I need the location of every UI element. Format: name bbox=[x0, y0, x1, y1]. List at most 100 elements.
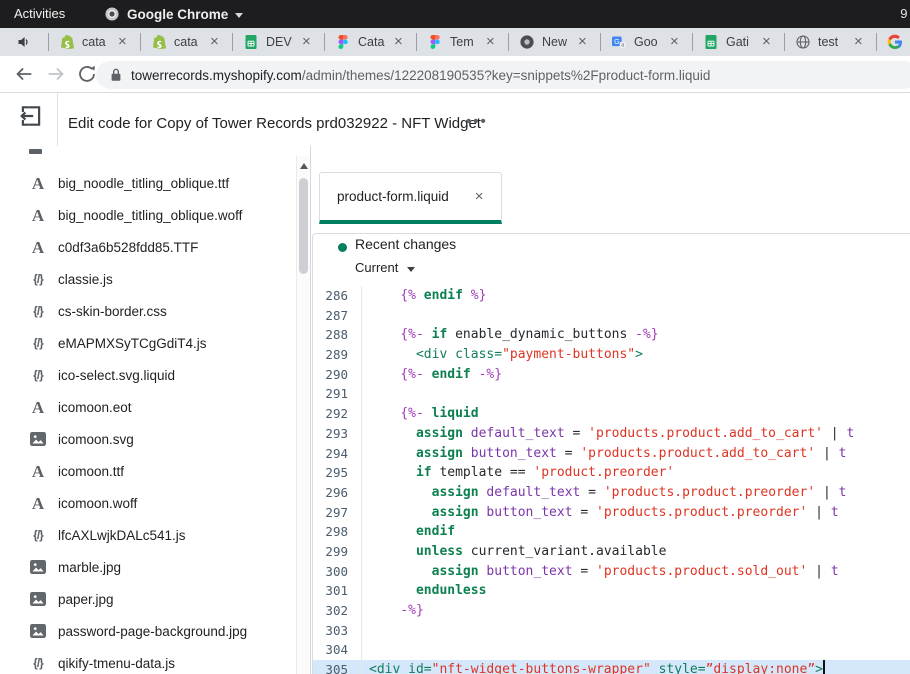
tab-close-icon[interactable]: × bbox=[578, 34, 587, 50]
line-number: 291 bbox=[313, 384, 362, 404]
tab-title: cata bbox=[82, 35, 116, 49]
globe-icon bbox=[795, 34, 811, 50]
lock-icon[interactable] bbox=[110, 67, 122, 83]
tab-close-icon[interactable]: × bbox=[486, 34, 495, 50]
reload-button[interactable] bbox=[76, 63, 98, 85]
figma-icon bbox=[427, 34, 443, 50]
scrollbar-thumb[interactable] bbox=[299, 178, 308, 274]
browser-tab[interactable]: cata× bbox=[48, 28, 140, 56]
browser-tab[interactable]: Tem× bbox=[416, 28, 508, 56]
editor-file-tab[interactable]: product-form.liquid × bbox=[319, 172, 502, 224]
svg-text:a: a bbox=[621, 43, 624, 49]
browser-tab[interactable]: cata× bbox=[140, 28, 232, 56]
code-file-icon: {/} bbox=[27, 272, 49, 286]
code-line[interactable]: 297 assign button_text = 'products.produ… bbox=[313, 503, 910, 523]
image-file-icon bbox=[27, 622, 49, 640]
file-item[interactable]: Abig_noodle_titling_oblique.woff bbox=[0, 199, 288, 231]
code-line[interactable]: 299 unless current_variant.available bbox=[313, 542, 910, 562]
chevron-down-icon bbox=[407, 267, 415, 272]
line-number: 295 bbox=[313, 463, 362, 483]
browser-tab[interactable]: test× bbox=[784, 28, 876, 56]
code-line[interactable]: 288 {%- if enable_dynamic_buttons -%} bbox=[313, 325, 910, 345]
code-line[interactable]: 301 endunless bbox=[313, 581, 910, 601]
code-line[interactable]: 293 assign default_text = 'products.prod… bbox=[313, 424, 910, 444]
code-line[interactable]: 302 -%} bbox=[313, 601, 910, 621]
file-name: big_noodle_titling_oblique.ttf bbox=[58, 176, 229, 191]
code-line[interactable]: 294 assign button_text = 'products.produ… bbox=[313, 444, 910, 464]
file-item[interactable]: Aicomoon.eot bbox=[0, 391, 288, 423]
address-bar[interactable]: towerrecords.myshopify.com/admin/themes/… bbox=[96, 61, 910, 89]
audio-indicator[interactable] bbox=[0, 34, 48, 50]
tab-close-icon[interactable]: × bbox=[394, 34, 403, 50]
file-item[interactable]: marble.jpg bbox=[0, 551, 288, 583]
browser-tab[interactable]: GaGoo× bbox=[600, 28, 692, 56]
code-line[interactable]: 296 assign default_text = 'products.prod… bbox=[313, 483, 910, 503]
url-path: /admin/themes/122208190535?key=snippets%… bbox=[302, 68, 711, 83]
code-lines[interactable]: 286 {% endif %}287288 {%- if enable_dyna… bbox=[313, 286, 910, 674]
recent-changes-panel: Recent changes Current bbox=[313, 234, 910, 286]
google-icon bbox=[887, 34, 903, 50]
file-item[interactable]: {/}qikify-tmenu-data.js bbox=[0, 647, 288, 674]
file-name: cs-skin-border.css bbox=[58, 304, 167, 319]
version-dropdown[interactable]: Current bbox=[355, 260, 415, 275]
activities-button[interactable]: Activities bbox=[14, 0, 65, 28]
line-number: 301 bbox=[313, 581, 362, 601]
code-file-icon: {/} bbox=[27, 528, 49, 542]
file-item[interactable]: paper.jpg bbox=[0, 583, 288, 615]
browser-tab[interactable] bbox=[876, 28, 910, 56]
tab-close-icon[interactable]: × bbox=[762, 34, 771, 50]
tab-title: Goo bbox=[634, 35, 668, 49]
file-item[interactable]: {/}lfcAXLwjkDALc541.js bbox=[0, 519, 288, 551]
code-line[interactable]: 303 bbox=[313, 621, 910, 641]
code-line[interactable]: 287 bbox=[313, 306, 910, 326]
file-item[interactable]: {/}eMAPMXSyTCgGdiT4.js bbox=[0, 327, 288, 359]
figma-icon bbox=[335, 34, 351, 50]
forward-button[interactable] bbox=[45, 63, 67, 85]
browser-tab[interactable]: Cata× bbox=[324, 28, 416, 56]
editor-tab-close-icon[interactable]: × bbox=[475, 188, 484, 205]
tab-close-icon[interactable]: × bbox=[302, 34, 311, 50]
back-button[interactable] bbox=[13, 63, 35, 85]
code-line[interactable]: 289 <div class="payment-buttons"> bbox=[313, 345, 910, 365]
code-line[interactable]: 298 endif bbox=[313, 522, 910, 542]
file-item[interactable]: {/} classie.js bbox=[0, 263, 288, 295]
code-line[interactable]: 291 bbox=[313, 384, 910, 404]
system-clock[interactable]: 9 A bbox=[900, 0, 910, 28]
code-line[interactable]: 286 {% endif %} bbox=[313, 286, 910, 306]
code-editor-panel: product-form.liquid × Recent changes Cur… bbox=[311, 146, 910, 674]
line-number: 302 bbox=[313, 601, 362, 621]
file-item[interactable]: {/}cs-skin-border.css bbox=[0, 295, 288, 327]
file-item[interactable]: password-page-background.jpg bbox=[0, 615, 288, 647]
file-name: eMAPMXSyTCgGdiT4.js bbox=[58, 336, 207, 351]
browser-tab[interactable]: New× bbox=[508, 28, 600, 56]
code-line[interactable]: 292 {%- liquid bbox=[313, 404, 910, 424]
sidebar-scrollbar[interactable] bbox=[296, 156, 310, 674]
line-number: 304 bbox=[313, 640, 362, 660]
file-item[interactable]: Aicomoon.woff bbox=[0, 487, 288, 519]
file-item[interactable]: Aicomoon.ttf bbox=[0, 455, 288, 487]
file-item[interactable]: {/}ico-select.svg.liquid bbox=[0, 359, 288, 391]
code-line[interactable]: 304 bbox=[313, 640, 910, 660]
tab-close-icon[interactable]: × bbox=[670, 34, 679, 50]
tab-close-icon[interactable]: × bbox=[210, 34, 219, 50]
scroll-up-arrow-icon[interactable] bbox=[300, 163, 308, 169]
partially-scrolled-item bbox=[29, 149, 42, 154]
tab-title: Cata bbox=[358, 35, 392, 49]
app-menu[interactable]: Google Chrome bbox=[104, 0, 243, 28]
chevron-down-icon bbox=[235, 13, 243, 18]
exit-editor-button[interactable] bbox=[18, 103, 44, 129]
font-file-icon: A bbox=[27, 463, 49, 480]
file-name: classie.js bbox=[58, 272, 113, 287]
file-item[interactable]: icomoon.svg bbox=[0, 423, 288, 455]
file-item[interactable]: Ac0df3a6b528fdd85.TTF bbox=[0, 231, 288, 263]
more-actions-button[interactable]: ••• bbox=[466, 93, 488, 151]
file-item[interactable]: Abig_noodle_titling_oblique.ttf bbox=[0, 167, 288, 199]
browser-tab[interactable]: Gati× bbox=[692, 28, 784, 56]
browser-tab[interactable]: DEV× bbox=[232, 28, 324, 56]
tab-close-icon[interactable]: × bbox=[118, 34, 127, 50]
code-line[interactable]: 295 if template == 'product.preorder' bbox=[313, 463, 910, 483]
code-line[interactable]: 305<div id="nft-widget-buttons-wrapper" … bbox=[313, 660, 910, 674]
code-line[interactable]: 290 {%- endif -%} bbox=[313, 365, 910, 385]
tab-close-icon[interactable]: × bbox=[854, 34, 863, 50]
code-line[interactable]: 300 assign button_text = 'products.produ… bbox=[313, 562, 910, 582]
